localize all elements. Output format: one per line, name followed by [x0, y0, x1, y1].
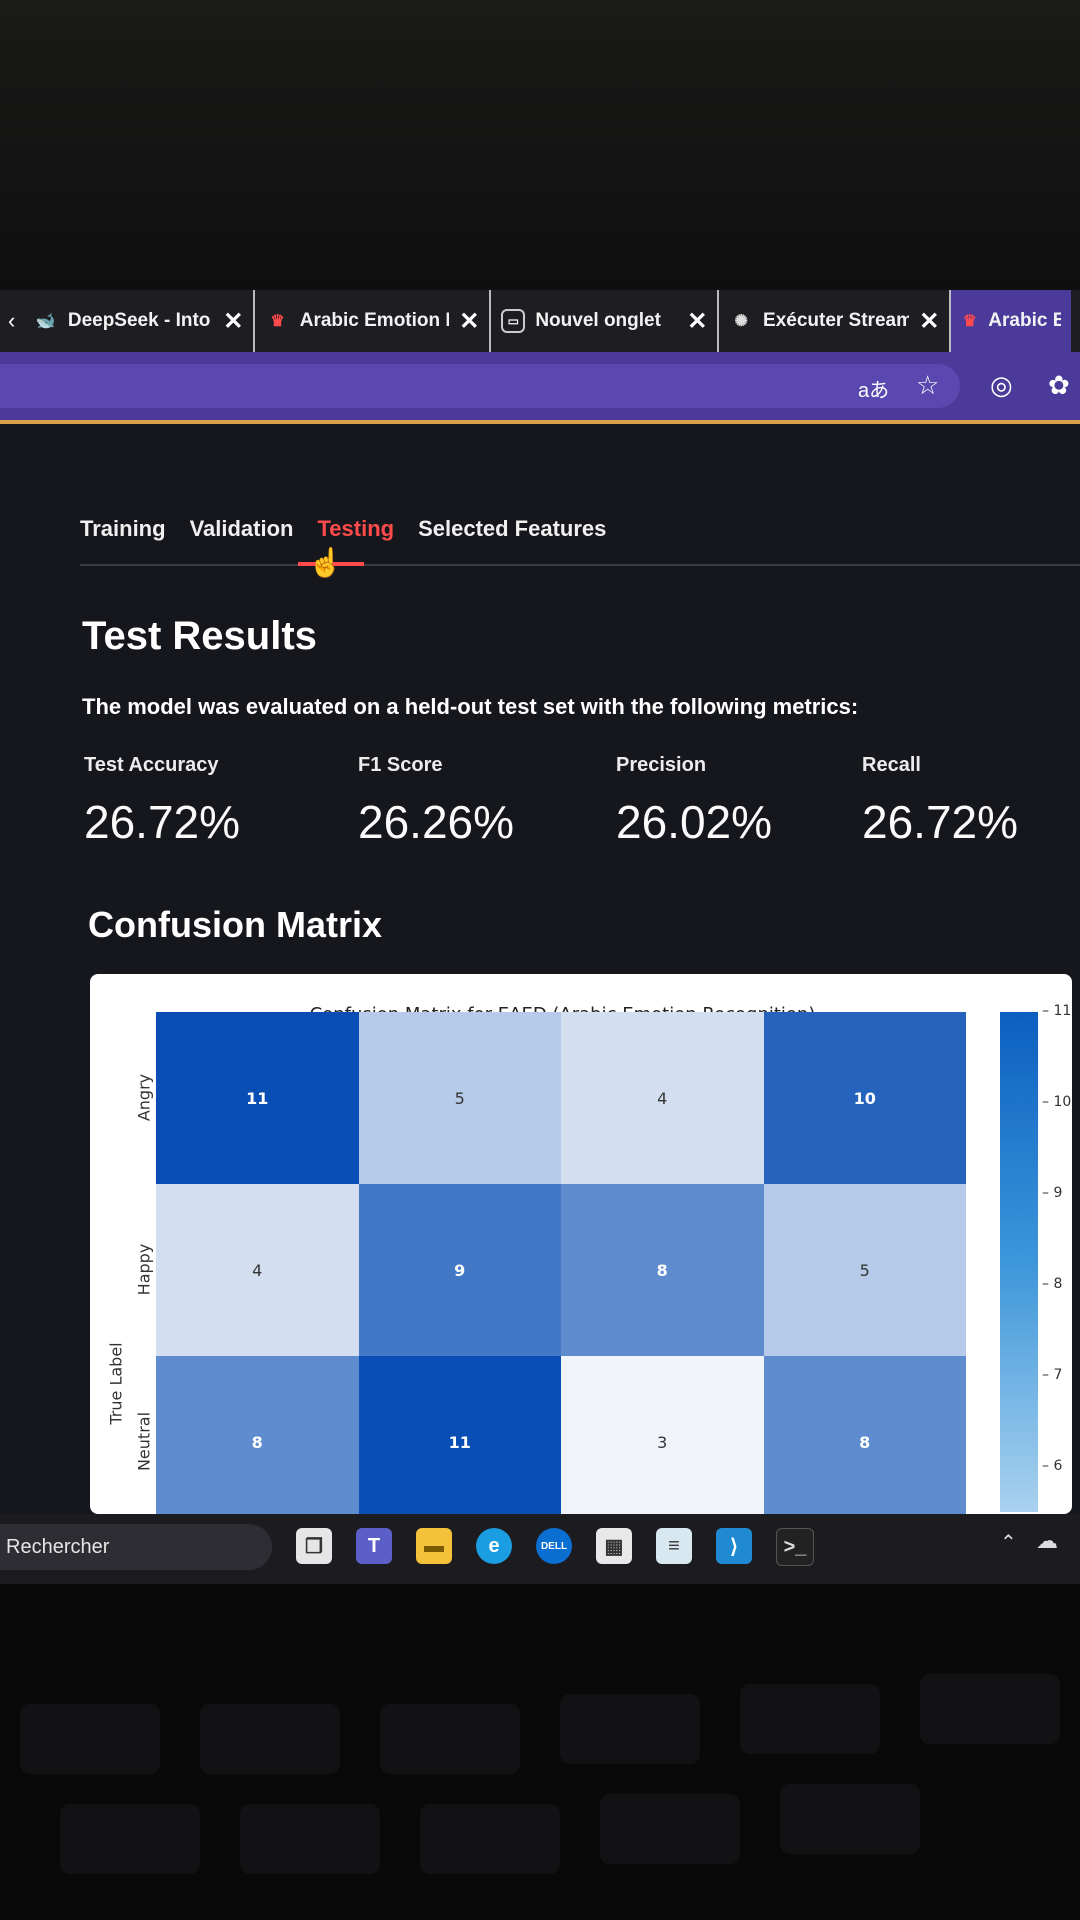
metric-recall: Recall 26.72% — [862, 754, 1018, 849]
chatgpt-icon: ✺ — [734, 313, 748, 330]
tab-divider — [80, 564, 1080, 566]
row-label: Neutral — [134, 1411, 154, 1472]
page-title: Test Results — [82, 614, 317, 658]
tab-scroll-left-icon[interactable]: ‹ — [0, 308, 23, 334]
heatmap-cell: 8 — [763, 1356, 966, 1514]
dell-icon[interactable]: DELL — [536, 1528, 572, 1564]
metric-label: Precision — [616, 754, 707, 776]
taskbar-search[interactable]: Rechercher — [0, 1524, 272, 1570]
heatmap-cell: 4 — [156, 1184, 359, 1356]
tab-arabic-emotion-active[interactable]: ♛ Arabic Emot — [951, 290, 1072, 352]
heatmap-cell: 11 — [358, 1356, 561, 1514]
tab-validation[interactable]: Validation — [190, 516, 294, 542]
keyboard-area — [0, 1584, 1080, 1920]
row-label: Happy — [134, 1243, 154, 1296]
star-icon[interactable]: ☆ — [916, 370, 939, 401]
metric-precision: Precision 26.02% — [616, 754, 772, 849]
tab-arabic-emotion[interactable]: ♛ Arabic Emotion R ✕ — [255, 290, 492, 352]
heatmap-cell: 9 — [358, 1184, 561, 1356]
heatmap-cell: 3 — [561, 1356, 764, 1514]
keyboard-key — [60, 1804, 200, 1874]
heatmap-cell: 10 — [763, 1012, 966, 1184]
keyboard-key — [380, 1704, 520, 1774]
keyboard-key — [420, 1804, 560, 1874]
tab-selected-features[interactable]: Selected Features — [418, 516, 606, 542]
teams-icon[interactable]: T — [356, 1528, 392, 1564]
edge-icon[interactable]: e — [476, 1528, 512, 1564]
row-label: Angry — [134, 1073, 154, 1122]
keyboard-key — [740, 1684, 880, 1754]
metric-value: 26.02% — [616, 796, 773, 848]
close-icon[interactable]: ✕ — [687, 307, 707, 336]
colorbar — [1000, 1012, 1038, 1512]
tab-deepseek[interactable]: 🐋 DeepSeek - Into t ✕ — [23, 290, 256, 352]
extensions-icon[interactable]: ✿ — [1048, 370, 1070, 401]
keyboard-key — [600, 1794, 740, 1864]
copilot-icon[interactable]: ◎ — [990, 370, 1013, 401]
chevron-up-icon[interactable]: ⌃ — [1000, 1530, 1017, 1555]
metric-label: Test Accuracy — [84, 754, 219, 776]
streamlit-icon: ♛ — [962, 313, 977, 330]
app-tabs: Training Validation Testing Selected Fea… — [80, 516, 606, 542]
notepad-icon[interactable]: ≡ — [656, 1528, 692, 1564]
close-icon[interactable]: ✕ — [459, 307, 479, 336]
tab-testing[interactable]: Testing — [317, 516, 394, 542]
colorbar-tick: – 9 — [1042, 1184, 1063, 1201]
section-title: Confusion Matrix — [88, 904, 382, 945]
colorbar-tick: – 11 — [1042, 1003, 1072, 1019]
metric-test-accuracy: Test Accuracy 26.72% — [84, 754, 240, 849]
metric-value: 26.72% — [84, 796, 241, 848]
heatmap-cell: 8 — [156, 1356, 359, 1514]
streamlit-page: Training Validation Testing Selected Fea… — [0, 424, 1080, 1514]
address-bar[interactable] — [0, 364, 960, 408]
tab-executer-streamlit[interactable]: ✺ Exécuter Streamli ✕ — [719, 290, 952, 352]
monitor-bezel — [0, 0, 1080, 290]
colorbar-tick: – 10 — [1042, 1093, 1072, 1110]
file-explorer-icon[interactable]: ▬ — [416, 1528, 452, 1564]
cloud-icon[interactable]: ☁ — [1036, 1528, 1058, 1554]
metric-label: Recall — [862, 754, 921, 776]
colorbar-tick: – 7 — [1042, 1366, 1063, 1383]
keyboard-key — [20, 1704, 160, 1774]
translate-icon[interactable]: aあ — [858, 374, 889, 403]
metrics-description: The model was evaluated on a held-out te… — [82, 694, 859, 719]
metric-value: 26.72% — [862, 796, 1019, 848]
close-icon[interactable]: ✕ — [223, 307, 243, 336]
colorbar-tick: – 6 — [1042, 1457, 1063, 1474]
y-axis-label: True Label — [106, 1342, 126, 1425]
keyboard-key — [920, 1674, 1060, 1744]
metric-label: F1 Score — [358, 754, 443, 776]
browser-tab-strip: ‹ 🐋 DeepSeek - Into t ✕ ♛ Arabic Emotion… — [0, 290, 1080, 352]
task-view-icon[interactable]: ❐ — [296, 1528, 332, 1564]
hand-cursor-icon: ☝ — [308, 547, 343, 578]
tab-training[interactable]: Training — [80, 516, 166, 542]
keyboard-key — [560, 1694, 700, 1764]
heatmap-cell: 5 — [358, 1012, 561, 1184]
tab-new-tab[interactable]: ▭ Nouvel onglet ✕ — [491, 290, 720, 352]
whale-icon: 🐋 — [35, 313, 56, 330]
heatmap-cell: 4 — [561, 1012, 764, 1184]
store-icon[interactable]: ▦ — [596, 1528, 632, 1564]
keyboard-key — [200, 1704, 340, 1774]
heatmap-cell: 8 — [561, 1184, 764, 1356]
metric-f1-score: F1 Score 26.26% — [358, 754, 514, 849]
vscode-icon[interactable]: ⟩ — [716, 1528, 752, 1564]
heatmap-cell: 11 — [156, 1012, 359, 1184]
heatmap-cell: 5 — [763, 1184, 966, 1356]
browser-toolbar: aあ ☆ ◎ ✿ — [0, 352, 1080, 424]
keyboard-key — [240, 1804, 380, 1874]
colorbar-tick: – 8 — [1042, 1275, 1063, 1292]
streamlit-icon: ♛ — [270, 313, 285, 330]
windows-taskbar: Rechercher ❐ T ▬ e DELL ▦ ≡ ⟩ >_ ⌃ ☁ — [0, 1514, 1080, 1584]
close-icon[interactable]: ✕ — [919, 307, 939, 336]
new-tab-icon: ▭ — [501, 309, 526, 333]
keyboard-key — [780, 1784, 920, 1854]
terminal-icon[interactable]: >_ — [776, 1528, 814, 1566]
metric-value: 26.26% — [358, 796, 515, 848]
confusion-matrix-chart: Confusion Matrix for EAED (Arabic Emotio… — [90, 974, 1072, 1514]
